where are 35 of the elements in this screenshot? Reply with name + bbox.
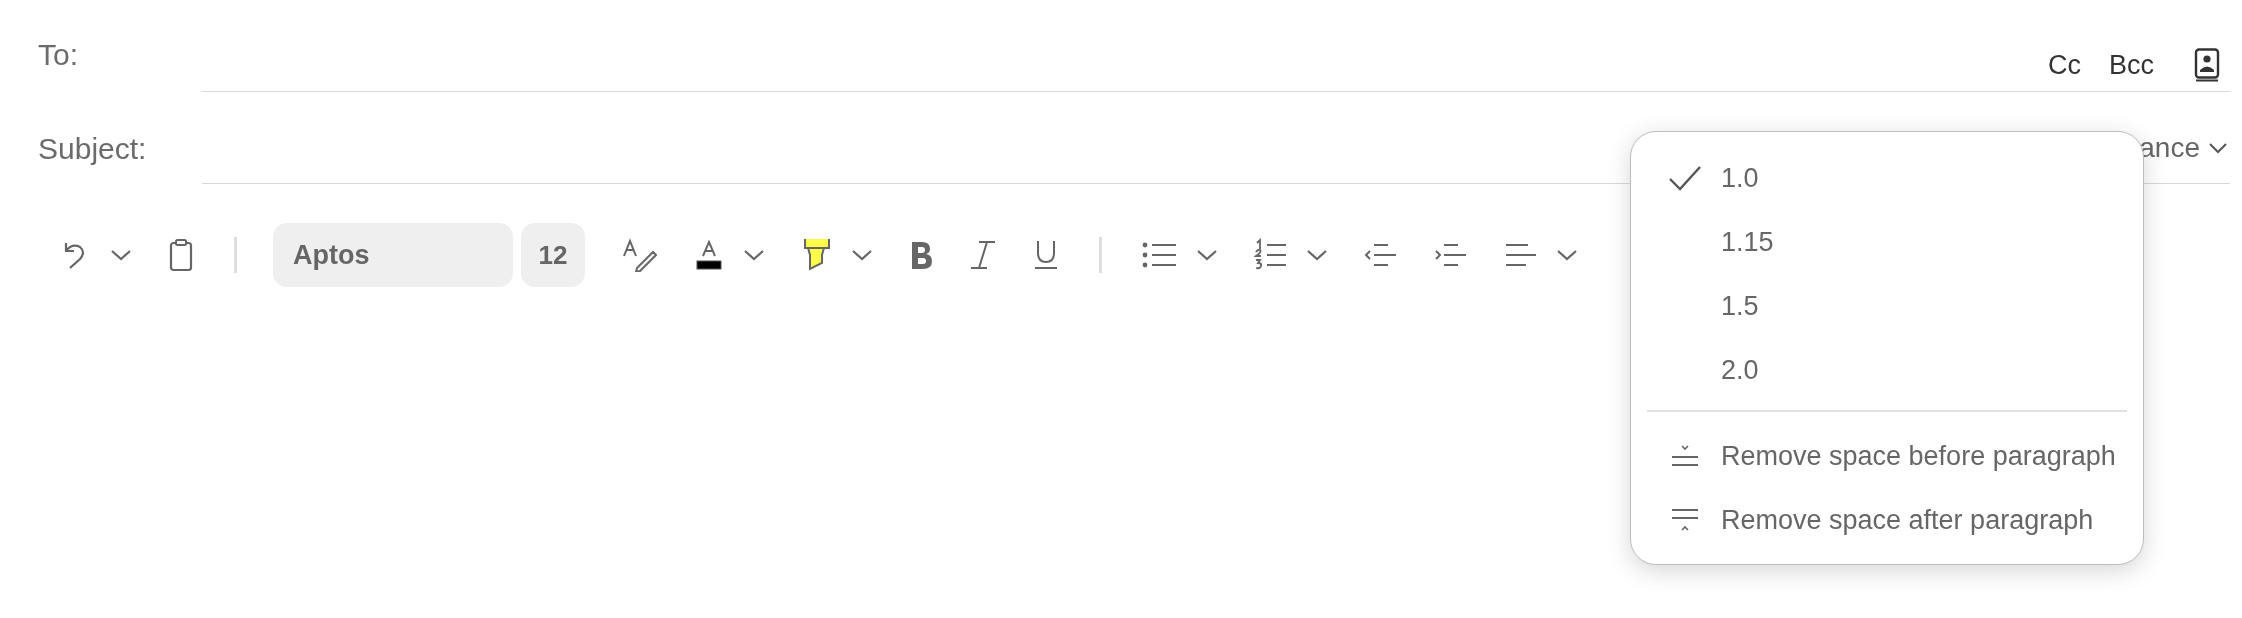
caret-icon[interactable] <box>1306 248 1328 262</box>
caret-icon[interactable] <box>1196 248 1218 262</box>
font-field[interactable]: Aptos <box>273 223 513 287</box>
spacing-option[interactable]: 2.0 <box>1647 338 2127 402</box>
underline-icon[interactable] <box>1033 239 1059 271</box>
numbered-list-icon[interactable] <box>1254 238 1288 272</box>
contacts-icon[interactable] <box>2194 48 2220 82</box>
caret-icon[interactable] <box>743 248 765 262</box>
font-size-field[interactable]: 12 <box>521 223 585 287</box>
priority-dropdown[interactable]: ance <box>2139 132 2228 164</box>
decrease-indent-icon[interactable] <box>1364 243 1398 267</box>
spacing-option[interactable]: 1.15 <box>1647 210 2127 274</box>
recipient-button[interactable]: Bcc <box>2109 49 2154 81</box>
menu-action[interactable]: Remove space before paragraph <box>1647 424 2127 488</box>
increase-indent-icon[interactable] <box>1434 243 1468 267</box>
align-left-icon[interactable] <box>1504 243 1538 267</box>
space-after-icon <box>1670 508 1700 532</box>
styles-icon[interactable] <box>621 238 657 272</box>
menu-action[interactable]: Remove space after paragraph <box>1647 488 2127 552</box>
bulleted-list-icon[interactable] <box>1142 241 1178 269</box>
italic-icon[interactable] <box>969 240 997 270</box>
spacing-option[interactable]: 1.5 <box>1647 274 2127 338</box>
chevron-down-icon <box>2208 142 2228 154</box>
recipient-button[interactable]: Cc <box>2048 49 2081 81</box>
to-label: To: <box>38 38 79 72</box>
subject-label: Subject: <box>38 132 147 166</box>
font-color-icon[interactable] <box>693 238 725 272</box>
spacing-option[interactable]: 1.0 <box>1647 146 2127 210</box>
highlighter-icon[interactable] <box>801 237 833 273</box>
clipboard-icon[interactable] <box>168 238 194 272</box>
caret-icon[interactable] <box>851 248 873 262</box>
bold-icon[interactable] <box>909 240 933 270</box>
space-before-icon <box>1670 444 1700 468</box>
caret-icon[interactable] <box>1556 248 1578 262</box>
caret-icon[interactable] <box>110 248 132 262</box>
